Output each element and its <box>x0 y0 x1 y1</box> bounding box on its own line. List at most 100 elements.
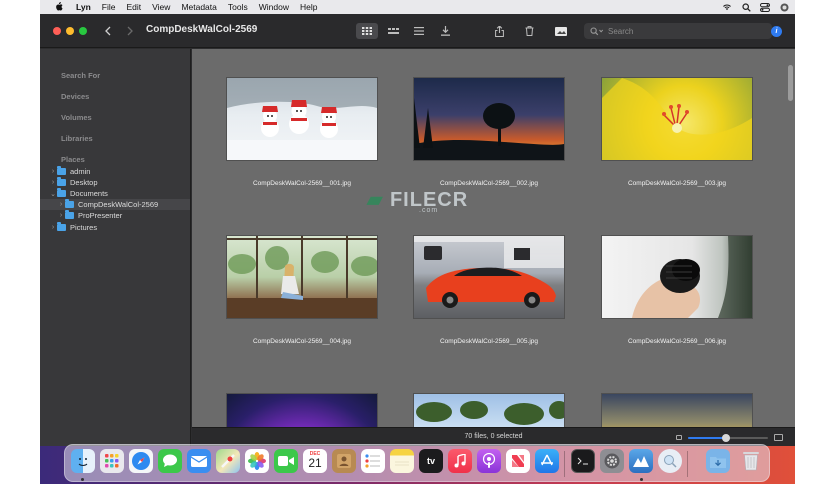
folder-icon <box>57 188 66 197</box>
lyn-app-icon[interactable] <box>629 449 653 473</box>
zoom-button[interactable] <box>79 27 87 35</box>
dock: DEC 21 tv <box>64 444 770 482</box>
thumbnail-caption: CompDeskWalCol-2569__004.jpg <box>252 338 352 345</box>
podcasts-icon[interactable] <box>477 449 501 473</box>
sidebar-section-places[interactable]: Places <box>61 155 85 164</box>
reminders-icon[interactable] <box>361 449 385 473</box>
menu-app-name[interactable]: Lyn <box>76 2 91 12</box>
menu-edit[interactable]: Edit <box>127 2 142 12</box>
watermark-logo-icon: ▰ <box>367 189 384 211</box>
preview-icon[interactable] <box>658 449 682 473</box>
forward-icon[interactable] <box>124 23 136 39</box>
sidebar-item-desktop[interactable]: › Desktop <box>40 177 190 188</box>
thumbnail-caption: CompDeskWalCol-2569__002.jpg <box>439 180 539 187</box>
app-store-icon[interactable] <box>535 449 559 473</box>
news-icon[interactable] <box>506 449 530 473</box>
sidebar-item-pictures[interactable]: › Pictures <box>40 222 190 233</box>
large-thumbnail-icon[interactable] <box>774 434 783 441</box>
slideshow-icon[interactable] <box>550 23 572 39</box>
thumbnail-size-slider[interactable] <box>688 434 768 442</box>
menu-file[interactable]: File <box>102 2 116 12</box>
thumbnail-image[interactable] <box>602 78 752 160</box>
folder-icon <box>65 210 74 219</box>
maps-icon[interactable] <box>216 449 240 473</box>
facetime-icon[interactable] <box>274 449 298 473</box>
sidebar-item-documents[interactable]: ⌄ Documents <box>40 188 190 199</box>
sidebar-item-compdeskwalcol[interactable]: › CompDeskWalCol-2569 <box>40 199 190 210</box>
trash-dock-icon[interactable] <box>739 449 763 473</box>
menu-window[interactable]: Window <box>259 2 289 12</box>
messages-icon[interactable] <box>158 449 182 473</box>
safari-icon[interactable] <box>129 449 153 473</box>
downloads-folder-icon[interactable] <box>706 449 730 473</box>
sidebar: Search For Devices Volumes Libraries Pla… <box>40 49 191 446</box>
search-field[interactable]: Search <box>584 23 772 39</box>
thumbnail-image[interactable] <box>414 394 564 427</box>
sidebar-item-propresenter[interactable]: › ProPresenter <box>40 210 190 221</box>
watermark-suffix: .com <box>419 207 439 214</box>
back-icon[interactable] <box>102 23 114 39</box>
thumbnail-image[interactable] <box>414 78 564 160</box>
sidebar-section-search-for[interactable]: Search For <box>61 71 100 80</box>
minimize-button[interactable] <box>66 27 74 35</box>
import-icon[interactable] <box>434 23 456 39</box>
thumbnail-image[interactable] <box>227 236 377 318</box>
menu-metadata[interactable]: Metadata <box>181 2 216 12</box>
trash-icon[interactable] <box>518 23 540 39</box>
sidebar-item-admin[interactable]: › admin <box>40 166 190 177</box>
chevron-right-icon[interactable]: › <box>57 212 65 219</box>
apple-menu-icon[interactable] <box>52 1 66 13</box>
photos-icon[interactable] <box>245 449 269 473</box>
contacts-icon[interactable] <box>332 449 356 473</box>
chevron-right-icon[interactable]: › <box>49 168 57 175</box>
music-icon[interactable] <box>448 449 472 473</box>
menu-tools[interactable]: Tools <box>228 2 248 12</box>
menu-help[interactable]: Help <box>300 2 317 12</box>
finder-icon[interactable] <box>71 449 95 473</box>
info-icon[interactable]: i <box>771 26 782 37</box>
launchpad-icon[interactable] <box>100 449 124 473</box>
lyn-window: CompDeskWalCol-2569 Search i Search For … <box>40 14 795 446</box>
thumbnail-image[interactable] <box>602 236 752 318</box>
grid-view-icon[interactable] <box>356 23 378 39</box>
thumbnail-image[interactable] <box>602 394 752 427</box>
chevron-down-icon[interactable]: ⌄ <box>49 190 57 198</box>
sidebar-item-label: Desktop <box>70 178 98 187</box>
menu-view[interactable]: View <box>152 2 170 12</box>
sidebar-section-libraries[interactable]: Libraries <box>61 134 93 143</box>
close-button[interactable] <box>53 27 61 35</box>
sidebar-section-devices[interactable]: Devices <box>61 92 89 101</box>
thumbnail-image[interactable] <box>414 236 564 318</box>
folder-icon <box>65 199 74 208</box>
siri-icon[interactable] <box>779 3 789 11</box>
sidebar-section-volumes[interactable]: Volumes <box>61 113 92 122</box>
search-icon[interactable] <box>741 2 751 12</box>
desktop: Lyn File Edit View Metadata Tools Window… <box>40 0 795 484</box>
chevron-right-icon[interactable]: › <box>49 179 57 186</box>
vertical-scrollbar[interactable] <box>788 65 793 101</box>
share-icon[interactable] <box>488 23 510 39</box>
thumbnail-grid: CompDeskWalCol-2569__001.jpg CompDeskWal… <box>192 49 795 427</box>
toolbar: CompDeskWalCol-2569 Search i <box>40 14 795 48</box>
thumbnail-image[interactable] <box>227 78 377 160</box>
folder-icon <box>57 177 66 186</box>
system-preferences-icon[interactable] <box>600 449 624 473</box>
calendar-icon[interactable]: DEC 21 <box>303 449 327 473</box>
control-center-icon[interactable] <box>760 2 770 12</box>
wifi-icon[interactable] <box>722 3 732 11</box>
slider-knob[interactable] <box>722 434 731 442</box>
small-thumbnail-icon[interactable] <box>676 435 682 440</box>
tv-icon[interactable]: tv <box>419 449 443 473</box>
thumbnail-caption: CompDeskWalCol-2569__003.jpg <box>627 180 727 187</box>
thumbnail-caption: CompDeskWalCol-2569__006.jpg <box>627 338 727 345</box>
terminal-icon[interactable] <box>571 449 595 473</box>
thumbnail-image[interactable] <box>227 394 377 427</box>
list-view-icon[interactable] <box>408 23 430 39</box>
dock-separator <box>564 451 565 477</box>
dock-separator <box>687 451 688 477</box>
mail-icon[interactable] <box>187 449 211 473</box>
notes-icon[interactable] <box>390 449 414 473</box>
chevron-right-icon[interactable]: › <box>57 201 65 208</box>
filmstrip-view-icon[interactable] <box>382 23 404 39</box>
chevron-right-icon[interactable]: › <box>49 224 57 231</box>
